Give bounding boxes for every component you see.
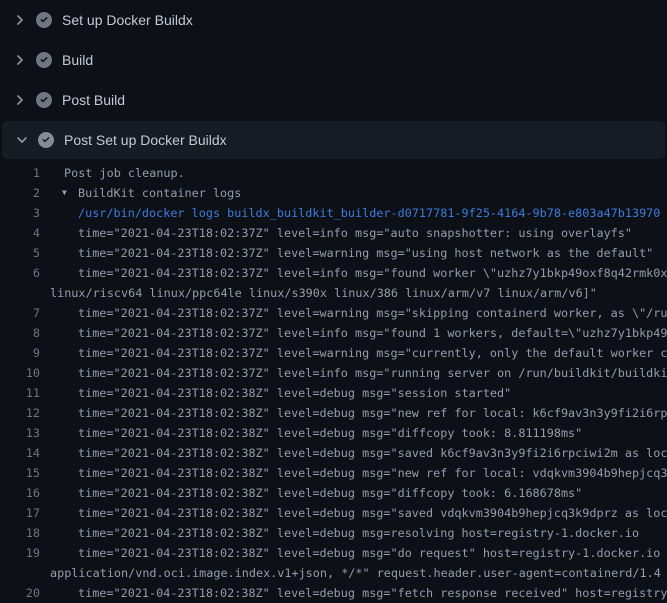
log-line-number[interactable]: 10 (0, 363, 40, 383)
log-line-number[interactable]: 5 (0, 243, 40, 263)
log-line-number[interactable]: 9 (0, 343, 40, 363)
step-label: Post Set up Docker Buildx (64, 132, 227, 148)
log-line-number[interactable]: 8 (0, 323, 40, 343)
log-line[interactable]: 5 time="2021-04-23T18:02:37Z" level=warn… (0, 243, 667, 263)
check-circle-icon (36, 92, 52, 108)
log-line-number[interactable]: 4 (0, 223, 40, 243)
log-line-text: time="2021-04-23T18:02:38Z" level=debug … (78, 503, 667, 523)
log-line-number[interactable]: 19 (0, 543, 40, 563)
log-line[interactable]: 3 /usr/bin/docker logs buildx_buildkit_b… (0, 203, 667, 223)
step-row-build[interactable]: Build (0, 40, 667, 80)
log-line-number[interactable]: 7 (0, 303, 40, 323)
log-line-number[interactable]: 16 (0, 483, 40, 503)
log-line-text: linux/riscv64 linux/ppc64le linux/s390x … (50, 283, 597, 303)
log-line-number[interactable]: 1 (0, 163, 40, 183)
log-line[interactable]: 17 time="2021-04-23T18:02:38Z" level=deb… (0, 503, 667, 523)
log-line-text: BuildKit container logs (78, 183, 241, 203)
log-line-number[interactable]: 3 (0, 203, 40, 223)
log-line-text: /usr/bin/docker logs buildx_buildkit_bui… (78, 203, 660, 223)
log-line-number[interactable]: 20 (0, 583, 40, 603)
log-line[interactable]: 9 time="2021-04-23T18:02:37Z" level=warn… (0, 343, 667, 363)
step-row-post-set-up-docker-buildx[interactable]: Post Set up Docker Buildx (2, 121, 665, 159)
log-line-text: time="2021-04-23T18:02:38Z" level=debug … (78, 403, 667, 423)
log-line-text: time="2021-04-23T18:02:37Z" level=warnin… (78, 303, 667, 323)
log-line[interactable]: 4 time="2021-04-23T18:02:37Z" level=info… (0, 223, 667, 243)
log-line-text: time="2021-04-23T18:02:38Z" level=debug … (78, 463, 667, 483)
log-line[interactable]: 19 time="2021-04-23T18:02:38Z" level=deb… (0, 543, 667, 563)
log-line[interactable]: 18 time="2021-04-23T18:02:38Z" level=deb… (0, 523, 667, 543)
log-line-text: time="2021-04-23T18:02:38Z" level=debug … (78, 523, 639, 543)
log-line-text: Post job cleanup. (64, 163, 185, 183)
step-row-set-up-docker-buildx[interactable]: Set up Docker Buildx (0, 0, 667, 40)
log-line-number[interactable]: 14 (0, 443, 40, 463)
log-line[interactable]: application/vnd.oci.image.index.v1+json,… (0, 563, 667, 583)
chevron-down-icon (14, 132, 30, 148)
log-line-number[interactable]: 17 (0, 503, 40, 523)
log-line-number[interactable]: 2 (0, 183, 40, 203)
check-circle-icon (36, 52, 52, 68)
log-line-text: time="2021-04-23T18:02:37Z" level=info m… (78, 323, 667, 343)
workflow-job-log-panel: Set up Docker Buildx Build Post Build (0, 0, 667, 603)
log-line[interactable]: 20 time="2021-04-23T18:02:38Z" level=deb… (0, 583, 667, 603)
check-circle-icon (38, 132, 54, 148)
log-line-number[interactable]: 18 (0, 523, 40, 543)
log-line-text: time="2021-04-23T18:02:38Z" level=debug … (78, 483, 582, 503)
step-label: Set up Docker Buildx (62, 12, 193, 28)
step-label: Post Build (62, 92, 125, 108)
log-line[interactable]: 10 time="2021-04-23T18:02:37Z" level=inf… (0, 363, 667, 383)
log-line-text: time="2021-04-23T18:02:37Z" level=info m… (78, 363, 667, 383)
log-line-text: time="2021-04-23T18:02:38Z" level=debug … (78, 423, 582, 443)
log-line[interactable]: 16 time="2021-04-23T18:02:38Z" level=deb… (0, 483, 667, 503)
log-line-text: time="2021-04-23T18:02:37Z" level=warnin… (78, 243, 653, 263)
check-circle-icon (36, 12, 52, 28)
log-line-number[interactable]: 13 (0, 423, 40, 443)
step-row-post-build[interactable]: Post Build (0, 80, 667, 120)
chevron-right-icon (12, 92, 28, 108)
log-line-number[interactable]: 12 (0, 403, 40, 423)
log-line-text: time="2021-04-23T18:02:38Z" level=debug … (78, 383, 511, 403)
log-line[interactable]: 14 time="2021-04-23T18:02:38Z" level=deb… (0, 443, 667, 463)
log-line-text: time="2021-04-23T18:02:38Z" level=debug … (78, 583, 667, 603)
log-line-text: time="2021-04-23T18:02:37Z" level=info m… (78, 263, 667, 283)
log-line[interactable]: 1 Post job cleanup. (0, 163, 667, 183)
log-line-number[interactable]: 6 (0, 263, 40, 283)
step-label: Build (62, 52, 93, 68)
step-list: Set up Docker Buildx Build Post Build (0, 0, 667, 159)
log-line[interactable]: linux/riscv64 linux/ppc64le linux/s390x … (0, 283, 667, 303)
log-line[interactable]: 13 time="2021-04-23T18:02:38Z" level=deb… (0, 423, 667, 443)
log-line-number[interactable] (0, 283, 40, 303)
chevron-right-icon (12, 52, 28, 68)
log-line-text: time="2021-04-23T18:02:37Z" level=info m… (78, 223, 632, 243)
log-line-text: time="2021-04-23T18:02:37Z" level=warnin… (78, 343, 667, 363)
log-line-text: time="2021-04-23T18:02:38Z" level=debug … (78, 543, 667, 563)
log-line[interactable]: 7 time="2021-04-23T18:02:37Z" level=warn… (0, 303, 667, 323)
chevron-right-icon (12, 12, 28, 28)
log-group-caret-icon[interactable]: ▼ (62, 183, 78, 203)
log-rows: 1 Post job cleanup. 2 ▼ BuildKit contain… (0, 159, 667, 603)
log-line-text: application/vnd.oci.image.index.v1+json,… (50, 563, 661, 583)
log-line[interactable]: 15 time="2021-04-23T18:02:38Z" level=deb… (0, 463, 667, 483)
log-line-number[interactable] (0, 563, 40, 583)
log-line[interactable]: 6 time="2021-04-23T18:02:37Z" level=info… (0, 263, 667, 283)
log-line[interactable]: 8 time="2021-04-23T18:02:37Z" level=info… (0, 323, 667, 343)
log-line-number[interactable]: 15 (0, 463, 40, 483)
log-line[interactable]: 2 ▼ BuildKit container logs (0, 183, 667, 203)
log-line[interactable]: 11 time="2021-04-23T18:02:38Z" level=deb… (0, 383, 667, 403)
log-line-text: time="2021-04-23T18:02:38Z" level=debug … (78, 443, 667, 463)
log-line-number[interactable]: 11 (0, 383, 40, 403)
log-line[interactable]: 12 time="2021-04-23T18:02:38Z" level=deb… (0, 403, 667, 423)
